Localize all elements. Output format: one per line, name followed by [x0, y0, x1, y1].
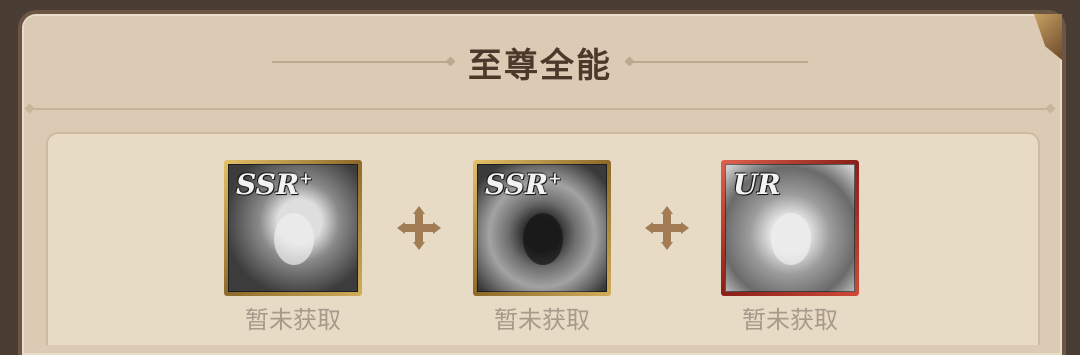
portrait-face — [770, 212, 811, 265]
female-hero-portrait-icon: SSR+ — [228, 164, 358, 292]
hero-slot-2[interactable]: SSR+ — [473, 160, 611, 296]
rank-badge: SSR+ — [485, 168, 562, 201]
armored-demon-portrait-icon: SSR+ — [477, 164, 607, 292]
portrait-face — [522, 212, 563, 265]
rank-badge: SSR+ — [236, 168, 313, 201]
plus-icon — [645, 206, 689, 250]
slot-2-status: 暂未获取 — [494, 306, 590, 334]
title-line-left — [272, 61, 450, 63]
slot-3-status: 暂未获取 — [742, 306, 838, 334]
plus-icon — [397, 206, 441, 250]
title-row: 至尊全能 — [0, 40, 1080, 86]
crowned-female-portrait-icon: UR — [725, 164, 855, 292]
hero-slot-1[interactable]: SSR+ — [224, 160, 362, 296]
portrait-face — [273, 212, 314, 265]
section-divider — [30, 108, 1050, 110]
rank-badge: UR — [733, 168, 781, 201]
title-line-right — [630, 61, 808, 63]
panel-title: 至尊全能 — [468, 45, 612, 86]
slot-1-status: 暂未获取 — [245, 306, 341, 334]
hero-slot-3[interactable]: UR — [721, 160, 859, 296]
